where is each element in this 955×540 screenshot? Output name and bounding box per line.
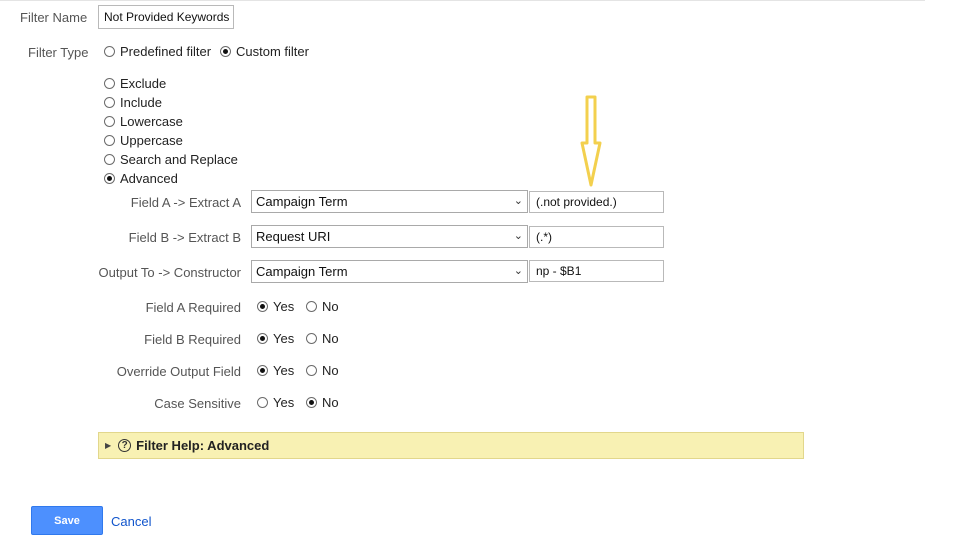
filter-help-label: Filter Help: Advanced xyxy=(136,438,270,453)
override-output-yes-label: Yes xyxy=(273,363,295,378)
field-b-required-no[interactable]: No xyxy=(306,331,339,346)
save-button[interactable]: Save xyxy=(31,506,103,535)
case-sensitive-no-circle[interactable] xyxy=(306,397,317,408)
radio-include[interactable]: Include xyxy=(104,95,162,110)
field-b-required-yes-label: Yes xyxy=(273,331,295,346)
case-sensitive-no[interactable]: No xyxy=(306,395,339,410)
radio-include-circle[interactable] xyxy=(104,97,115,108)
field-a-required-yes[interactable]: Yes xyxy=(257,299,294,314)
override-output-no-circle[interactable] xyxy=(306,365,317,376)
radio-uppercase-circle[interactable] xyxy=(104,135,115,146)
radio-advanced[interactable]: Advanced xyxy=(104,171,178,186)
override-output-no[interactable]: No xyxy=(306,363,339,378)
field-a-required-no[interactable]: No xyxy=(306,299,339,314)
field-b-required-no-circle[interactable] xyxy=(306,333,317,344)
case-sensitive-yes[interactable]: Yes xyxy=(257,395,294,410)
radio-custom-filter[interactable]: Custom filter xyxy=(220,44,309,59)
radio-include-label: Include xyxy=(120,95,162,110)
field-a-required-label: Field A Required xyxy=(145,300,241,315)
override-output-yes[interactable]: Yes xyxy=(257,363,294,378)
field-a-label: Field A -> Extract A xyxy=(130,195,241,210)
radio-custom-filter-circle[interactable] xyxy=(220,46,231,57)
chevron-down-icon: ⌄ xyxy=(513,230,523,242)
radio-lowercase-circle[interactable] xyxy=(104,116,115,127)
case-sensitive-yes-circle[interactable] xyxy=(257,397,268,408)
constructor-input[interactable]: np - $B1 xyxy=(529,260,664,282)
override-output-field-label: Override Output Field xyxy=(116,364,241,379)
field-a-select[interactable]: Campaign Term ⌄ xyxy=(251,190,528,213)
cancel-link[interactable]: Cancel xyxy=(111,514,151,529)
filter-help-toggle[interactable]: ▶ ? Filter Help: Advanced xyxy=(98,432,804,459)
radio-lowercase[interactable]: Lowercase xyxy=(104,114,183,129)
field-b-required-yes[interactable]: Yes xyxy=(257,331,294,346)
override-output-no-label: No xyxy=(322,363,339,378)
field-b-label: Field B -> Extract B xyxy=(128,230,241,245)
radio-exclude-label: Exclude xyxy=(120,76,167,91)
case-sensitive-yes-label: Yes xyxy=(273,395,295,410)
output-to-select[interactable]: Campaign Term ⌄ xyxy=(251,260,528,283)
radio-exclude[interactable]: Exclude xyxy=(104,76,166,91)
field-b-required-yes-circle[interactable] xyxy=(257,333,268,344)
case-sensitive-label: Case Sensitive xyxy=(154,396,241,411)
radio-predefined-filter-circle[interactable] xyxy=(104,46,115,57)
case-sensitive-no-label: No xyxy=(322,395,339,410)
radio-predefined-filter-label: Predefined filter xyxy=(120,44,212,59)
field-a-required-yes-label: Yes xyxy=(273,299,295,314)
chevron-down-icon: ⌄ xyxy=(513,195,523,207)
question-circle-icon: ? xyxy=(118,439,132,452)
output-to-label: Output To -> Constructor xyxy=(98,265,241,280)
field-a-required-no-label: No xyxy=(322,299,339,314)
radio-uppercase[interactable]: Uppercase xyxy=(104,133,183,148)
filter-name-label: Filter Name xyxy=(20,10,88,25)
field-b-select-value: Request URI xyxy=(256,229,331,244)
filter-name-input[interactable]: Not Provided Keywords xyxy=(98,5,234,29)
arrow-down-icon xyxy=(580,95,602,187)
output-to-select-value: Campaign Term xyxy=(256,264,348,279)
field-b-required-label: Field B Required xyxy=(144,332,241,347)
field-a-select-value: Campaign Term xyxy=(256,194,348,209)
override-output-yes-circle[interactable] xyxy=(257,365,268,376)
radio-custom-filter-label: Custom filter xyxy=(236,44,309,59)
filter-type-label: Filter Type xyxy=(28,45,89,60)
field-a-required-no-circle[interactable] xyxy=(306,301,317,312)
top-divider xyxy=(0,0,925,1)
radio-advanced-circle[interactable] xyxy=(104,173,115,184)
radio-exclude-circle[interactable] xyxy=(104,78,115,89)
chevron-down-icon: ⌄ xyxy=(513,265,523,277)
radio-search-and-replace-label: Search and Replace xyxy=(120,152,238,167)
triangle-right-icon: ▶ xyxy=(105,441,112,450)
radio-search-and-replace[interactable]: Search and Replace xyxy=(104,152,238,167)
extract-b-input[interactable]: (.*) xyxy=(529,226,664,248)
radio-predefined-filter[interactable]: Predefined filter xyxy=(104,44,211,59)
radio-advanced-label: Advanced xyxy=(120,171,178,186)
field-b-required-no-label: No xyxy=(322,331,339,346)
radio-uppercase-label: Uppercase xyxy=(120,133,183,148)
radio-search-and-replace-circle[interactable] xyxy=(104,154,115,165)
extract-a-input[interactable]: (.not provided.) xyxy=(529,191,664,213)
radio-lowercase-label: Lowercase xyxy=(120,114,183,129)
field-b-select[interactable]: Request URI ⌄ xyxy=(251,225,528,248)
field-a-required-yes-circle[interactable] xyxy=(257,301,268,312)
